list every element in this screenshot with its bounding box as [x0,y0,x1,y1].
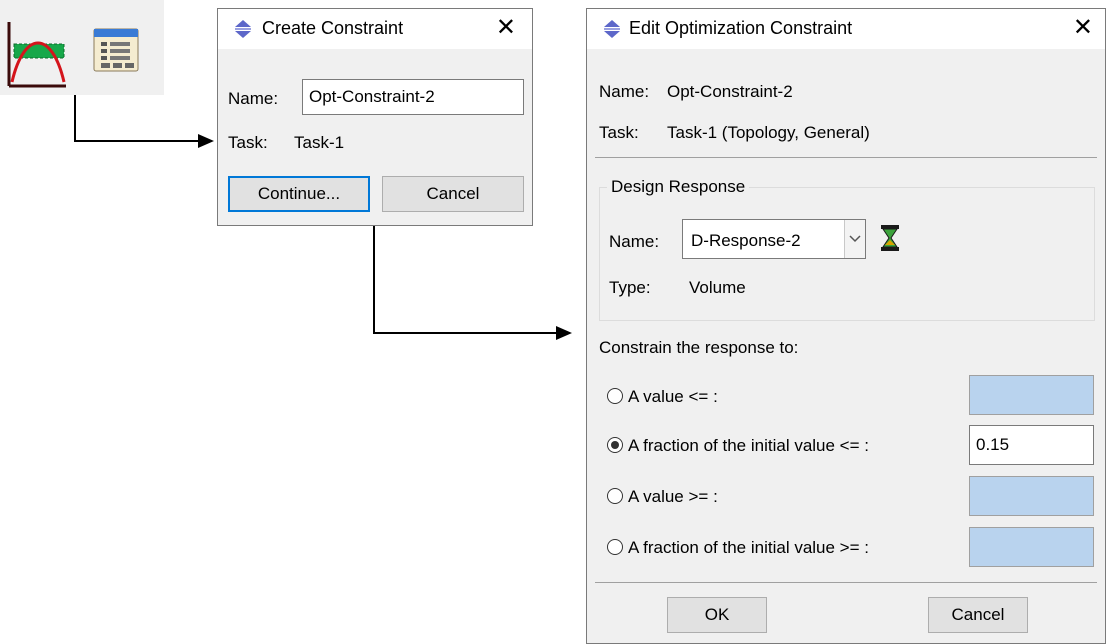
radio-button[interactable] [607,488,623,504]
task-label: Task: [228,133,268,152]
constrain-label: Constrain the response to: [599,338,799,357]
option-label: A fraction of the initial value <= : [628,436,869,455]
type-label: Type: [609,278,651,297]
hourglass-icon[interactable] [879,224,901,257]
value-field [969,375,1094,415]
titlebar[interactable]: Edit Optimization Constraint ✕ [587,9,1105,49]
value-field [969,527,1094,567]
option-row[interactable]: A fraction of the initial value <= : [607,430,987,460]
task-label: Task: [599,123,639,142]
ok-button[interactable]: OK [667,597,767,633]
radio-button[interactable] [607,437,623,453]
option-row[interactable]: A value <= : [607,382,987,412]
selected-response: D-Response-2 [691,231,801,250]
group-title: Design Response [607,177,750,197]
divider [595,582,1097,583]
close-icon[interactable]: ✕ [496,13,516,43]
design-response-select[interactable]: D-Response-2 [682,219,866,259]
fraction-field[interactable]: 0.15 [969,425,1094,465]
name-label: Name: [599,82,650,101]
radio-button[interactable] [607,388,623,404]
option-label: A value <= : [628,387,718,406]
cancel-button[interactable]: Cancel [928,597,1028,633]
create-constraint-dialog: Create Constraint ✕ Name: Opt-Constraint… [217,8,533,226]
abaqus-logo-icon [601,19,623,44]
name-field[interactable]: Opt-Constraint-2 [302,79,524,115]
option-label: A value >= : [628,487,718,506]
titlebar[interactable]: Create Constraint ✕ [218,9,532,49]
divider [595,157,1097,158]
continue-button[interactable]: Continue... [228,176,370,212]
dialog-title: Edit Optimization Constraint [629,18,853,38]
option-row[interactable]: A value >= : [607,482,987,512]
dialog-title: Create Constraint [262,18,404,38]
cancel-button[interactable]: Cancel [382,176,524,212]
option-row[interactable]: A fraction of the initial value >= : [607,532,987,562]
chevron-down-icon[interactable] [844,220,865,258]
abaqus-logo-icon [232,19,254,44]
radio-button[interactable] [607,539,623,555]
option-label: A fraction of the initial value >= : [628,538,869,557]
name-label: Name: [228,89,279,108]
task-value: Task-1 (Topology, General) [667,123,870,142]
task-value: Task-1 [294,133,345,152]
value-field [969,476,1094,516]
type-value: Volume [689,278,746,297]
name-value: Opt-Constraint-2 [667,82,793,101]
edit-optimization-constraint-dialog: Edit Optimization Constraint ✕ Name: Opt… [586,8,1106,644]
close-icon[interactable]: ✕ [1073,13,1093,43]
response-name-label: Name: [609,232,660,251]
